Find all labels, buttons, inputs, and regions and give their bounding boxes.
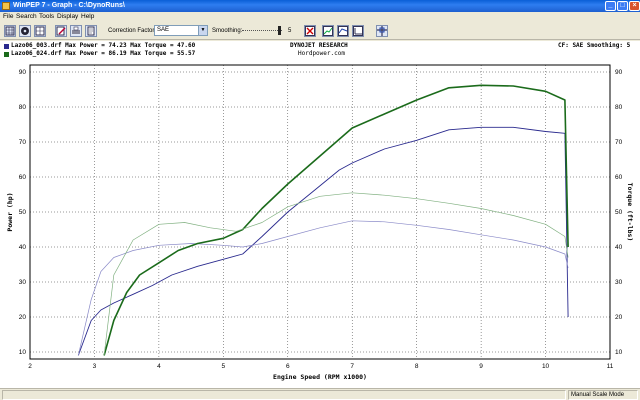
y2-axis-label: Torque (ft-lbs) [626,183,634,242]
x-tick-label: 8 [415,363,419,370]
y2-tick-label: 30 [615,279,623,286]
y-tick-label: 80 [19,104,27,111]
plot-svg: 2 3 4 5 6 7 8 9 10 1110 1020 2030 3040 4050 5060 6070 70… [6,64,634,381]
smoothing-value: 5 [288,28,292,34]
chart-icon [353,26,363,36]
correction-factor-value: SAE [157,27,170,33]
y-tick-label: 50 [19,209,27,216]
x-axis-label: Engine Speed (RPM x1000) [273,373,367,381]
correction-factor-label: Correction Factor: [108,28,157,34]
minimize-button[interactable]: _ [605,1,616,11]
y-tick-label: 40 [19,244,27,251]
grid-icon [35,26,45,36]
toolbar: Correction Factor: SAE ▼ Smoothing: 5 [0,22,640,40]
maximize-button[interactable]: □ [617,1,628,11]
y2-tick-label: 60 [615,174,623,181]
options-button[interactable] [34,25,46,37]
y-tick-label: 10 [19,349,27,356]
disk-icon [21,27,29,35]
grid-icon [5,26,15,36]
x-icon [305,26,315,36]
zoom-button[interactable] [322,25,334,37]
dyno-graph[interactable]: Lazo06_003.drf Max Power = 74.23 Max Tor… [0,41,640,388]
menu-display[interactable]: Display [57,13,78,21]
y2-tick-label: 50 [615,209,623,216]
pencil-icon [56,26,66,36]
x-tick-label: 3 [93,363,97,370]
y2-tick-label: 10 [615,349,623,356]
y-tick-label: 20 [19,314,27,321]
x-tick-label: 10 [542,363,550,370]
status-bar: Manual Scale Mode [0,388,640,400]
chart-icon [338,26,348,36]
open-graph-button[interactable] [4,25,16,37]
correction-factor-select[interactable]: SAE ▼ [154,25,208,36]
y2-tick-label: 70 [615,139,623,146]
x-tick-label: 11 [607,363,614,370]
x-tick-label: 6 [286,363,290,370]
x-tick-label: 2 [28,363,32,370]
y2-tick-label: 90 [615,69,623,76]
status-mode: Manual Scale Mode [568,390,638,400]
menu-search[interactable]: Search [16,13,37,21]
x-tick-label: 5 [222,363,226,370]
overlay-button[interactable] [337,25,349,37]
app-icon [2,2,10,10]
y-axis-label: Power (hp) [6,192,14,231]
y-tick-label: 30 [19,279,27,286]
menu-file[interactable]: File [3,13,13,21]
scale-button[interactable] [376,25,388,37]
y2-tick-label: 80 [615,104,623,111]
smoothing-label: Smoothing: [212,28,243,34]
menu-bar: File Search Tools Display Help [0,12,640,22]
x-tick-label: 7 [350,363,354,370]
y2-tick-label: 40 [615,244,623,251]
y-tick-label: 70 [19,139,27,146]
x-tick-label: 9 [479,363,483,370]
slider-thumb[interactable] [278,26,281,35]
status-left [2,390,566,400]
axis-button[interactable] [352,25,364,37]
print-button[interactable] [70,25,82,37]
smoothing-slider[interactable] [242,26,282,35]
edit-run-button[interactable] [55,25,67,37]
window-title: WinPEP 7 - Graph - C:\DynoRuns\ [13,2,125,9]
document-icon [87,26,95,36]
title-bar: WinPEP 7 - Graph - C:\DynoRuns\ _ □ × [0,0,640,12]
export-button[interactable] [85,25,97,37]
close-button[interactable]: × [629,1,640,11]
y-tick-label: 60 [19,174,27,181]
printer-icon [72,26,80,34]
y-tick-label: 90 [19,69,27,76]
run-file-button[interactable] [19,25,31,37]
menu-help[interactable]: Help [81,13,94,21]
slider-track [242,30,282,31]
menu-tools[interactable]: Tools [39,13,54,21]
y2-tick-label: 20 [615,314,623,321]
clear-graph-button[interactable] [304,25,316,37]
chevron-down-icon: ▼ [198,26,207,35]
chart-icon [323,26,333,36]
crosshair-icon [377,26,387,36]
x-tick-label: 4 [157,363,161,370]
